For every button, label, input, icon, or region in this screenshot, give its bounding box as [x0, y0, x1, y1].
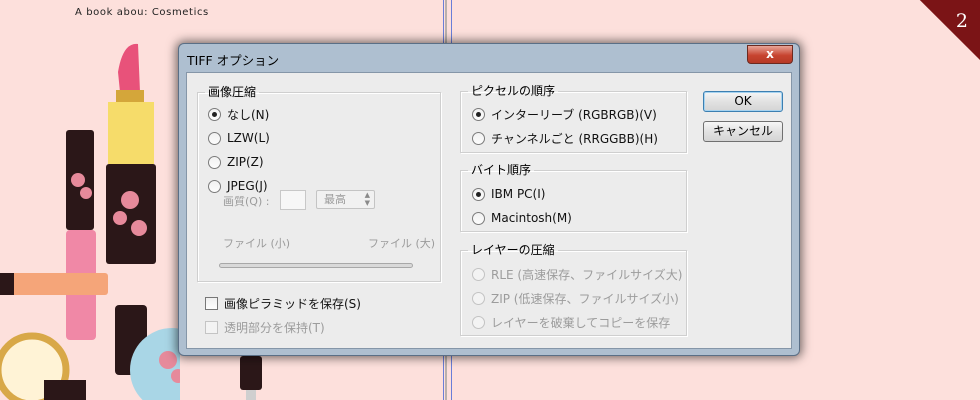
option-label: インターリーブ (RGBRGB)(V): [491, 107, 657, 122]
quality-select-value: 最高: [324, 193, 346, 206]
lipstick-collar: [116, 90, 144, 104]
radio-checked-icon[interactable]: [208, 107, 221, 121]
dialog-titlebar[interactable]: TIFF オプション x: [179, 44, 799, 72]
option-label: ZIP (低速保存、ファイルサイズ小): [491, 291, 679, 306]
byte-order-legend: バイト順序: [471, 163, 532, 177]
pixel-order-interleaved-option[interactable]: インターリーブ (RGBRGB)(V): [472, 106, 657, 122]
checkbox-icon[interactable]: [205, 296, 218, 310]
layer-discard-option[interactable]: レイヤーを破棄してコピーを保存: [472, 314, 670, 330]
option-label: ZIP(Z): [227, 155, 264, 169]
quality-select[interactable]: 最高 ▲ ▼: [316, 190, 375, 209]
checkbox-icon[interactable]: [205, 320, 218, 334]
ok-button[interactable]: OK: [703, 91, 783, 112]
close-button[interactable]: x: [747, 45, 793, 64]
option-label: IBM PC(I): [491, 187, 546, 201]
radio-icon[interactable]: [472, 267, 485, 281]
cosmetics-illustration: [0, 43, 180, 400]
lipstick-bullet: [118, 43, 140, 92]
lipstick-gold-case: [108, 102, 154, 164]
radio-checked-icon[interactable]: [472, 107, 485, 121]
radio-icon[interactable]: [472, 315, 485, 329]
option-label: チャンネルごと (RRGGBB)(H): [491, 131, 658, 146]
radio-icon[interactable]: [472, 211, 485, 225]
file-size-large-label: ファイル (大): [368, 237, 436, 250]
radio-icon[interactable]: [472, 291, 485, 305]
option-label: RLE (高速保存、ファイルサイズ大): [491, 267, 683, 282]
layer-rle-option[interactable]: RLE (高速保存、ファイルサイズ大): [472, 266, 682, 282]
cancel-button[interactable]: キャンセル: [703, 121, 783, 142]
compression-none-option[interactable]: なし(N): [208, 106, 269, 122]
quality-slider[interactable]: [219, 263, 413, 268]
dialog-client-area: 画像圧縮 なし(N) LZW(L) ZIP(Z) JPEG(J) 画質(Q) :…: [186, 72, 792, 349]
document-header: A book abou: Cosmetics: [75, 7, 209, 18]
checkbox-label: 画像ピラミッドを保存(S): [224, 296, 361, 311]
radio-icon[interactable]: [208, 179, 221, 193]
close-icon: x: [766, 47, 774, 61]
option-label: JPEG(J): [227, 179, 268, 193]
option-label: LZW(L): [227, 131, 270, 145]
pixel-order-legend: ピクセルの順序: [471, 84, 556, 98]
option-label: なし(N): [227, 107, 270, 122]
compression-zip-option[interactable]: ZIP(Z): [208, 154, 264, 170]
image-compression-legend: 画像圧縮: [208, 85, 257, 99]
compression-lzw-option[interactable]: LZW(L): [208, 130, 270, 146]
save-transparency-checkbox[interactable]: 透明部分を保持(T): [205, 319, 325, 335]
lipstick-black-case: [106, 164, 156, 264]
pencil: [0, 273, 108, 295]
tiff-options-dialog: TIFF オプション x 画像圧縮 なし(N) LZW(L) ZIP(Z) JP…: [178, 43, 800, 356]
pixel-order-per-channel-option[interactable]: チャンネルごと (RRGGBB)(H): [472, 130, 658, 146]
save-pyramid-checkbox[interactable]: 画像ピラミッドを保存(S): [205, 295, 361, 311]
option-label: レイヤーを破棄してコピーを保存: [491, 315, 671, 330]
byte-order-mac-option[interactable]: Macintosh(M): [472, 210, 572, 226]
dialog-title: TIFF オプション: [187, 53, 280, 68]
updown-arrow-icon: ▲ ▼: [364, 191, 370, 207]
file-size-small-label: ファイル (小): [223, 237, 291, 250]
radio-checked-icon[interactable]: [472, 187, 485, 201]
compression-jpeg-option[interactable]: JPEG(J): [208, 178, 268, 194]
page-number: 2: [955, 10, 968, 32]
layer-compression-legend: レイヤーの圧縮: [471, 243, 555, 257]
checkbox-label: 透明部分を保持(T): [224, 320, 325, 335]
quality-input[interactable]: [280, 190, 306, 210]
radio-icon[interactable]: [472, 131, 485, 145]
layer-zip-option[interactable]: ZIP (低速保存、ファイルサイズ小): [472, 290, 679, 306]
page-number-badge: 2: [919, 0, 980, 60]
radio-icon[interactable]: [208, 131, 221, 145]
quality-label: 画質(Q) :: [223, 195, 270, 208]
option-label: Macintosh(M): [491, 211, 572, 225]
perfume-bottle-small: [240, 356, 262, 400]
byte-order-ibm-option[interactable]: IBM PC(I): [472, 186, 545, 202]
radio-icon[interactable]: [208, 155, 221, 169]
